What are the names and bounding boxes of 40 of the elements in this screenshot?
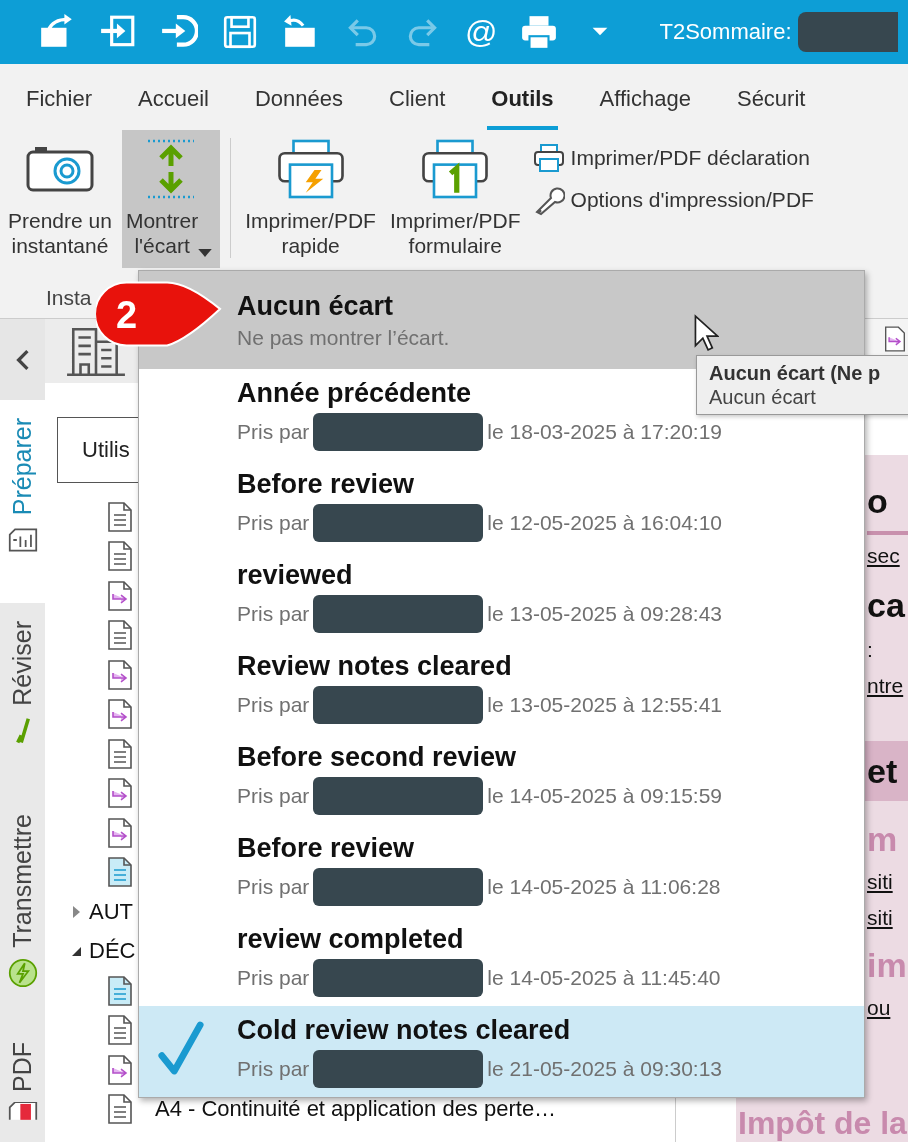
- taken-by-label: Pris par: [237, 966, 310, 990]
- snapshot-name: Before second review: [237, 742, 517, 773]
- document-text: siti: [867, 905, 894, 931]
- taken-by-label: Pris par: [237, 420, 310, 444]
- document-text: ntre: [867, 673, 905, 699]
- taken-by-label: Pris par: [237, 875, 310, 899]
- document-text: ou: [867, 995, 892, 1021]
- document-text: ca: [867, 585, 906, 626]
- snapshot-date: le 12-05-2025 à 16:04:10: [487, 511, 723, 535]
- taken-by-label: Pris par: [237, 602, 310, 626]
- snapshot-date: le 13-05-2025 à 12:55:41: [487, 693, 723, 717]
- snapshot-name: Cold review notes cleared: [237, 1015, 571, 1046]
- document-text: siti: [867, 869, 894, 895]
- snapshot-date: le 18-03-2025 à 17:20:19: [487, 420, 723, 444]
- snapshot-name: Aucun écart: [237, 290, 394, 322]
- window-title: T2Sommaire:: [659, 19, 792, 45]
- ribbon-group-label: Insta: [46, 286, 92, 310]
- snapshot-name: Année précédente: [237, 378, 472, 409]
- snapshot-date: le 14-05-2025 à 11:06:28: [487, 875, 721, 899]
- taken-by-label: Pris par: [237, 511, 310, 535]
- callout-number: 2: [116, 293, 138, 338]
- snapshot-date: le 21-05-2025 à 09:30:13: [487, 1057, 723, 1081]
- snapshot-name: review completed: [237, 924, 464, 955]
- document-text: m: [867, 819, 899, 860]
- document-text: sec: [867, 543, 901, 569]
- snapshot-name: Before review: [237, 469, 415, 500]
- document-text: :: [867, 637, 874, 663]
- snapshot-description: Ne pas montrer l’écart.: [237, 325, 450, 350]
- snapshot-date: le 14-05-2025 à 09:15:59: [487, 784, 723, 808]
- document-section-title: Impôt de la: [737, 1104, 908, 1142]
- taken-by-label: Pris par: [237, 1057, 310, 1081]
- snapshot-date: le 13-05-2025 à 09:28:43: [487, 602, 723, 626]
- taken-by-label: Pris par: [237, 784, 310, 808]
- snapshot-date: le 14-05-2025 à 11:45:40: [487, 966, 721, 990]
- snapshot-name: Review notes cleared: [237, 651, 512, 682]
- taken-by-label: Pris par: [237, 693, 310, 717]
- snapshot-name: Before review: [237, 833, 415, 864]
- tooltip-text: Aucun écart: [709, 385, 817, 409]
- document-text: im: [867, 945, 908, 986]
- snapshot-name: reviewed: [237, 560, 353, 591]
